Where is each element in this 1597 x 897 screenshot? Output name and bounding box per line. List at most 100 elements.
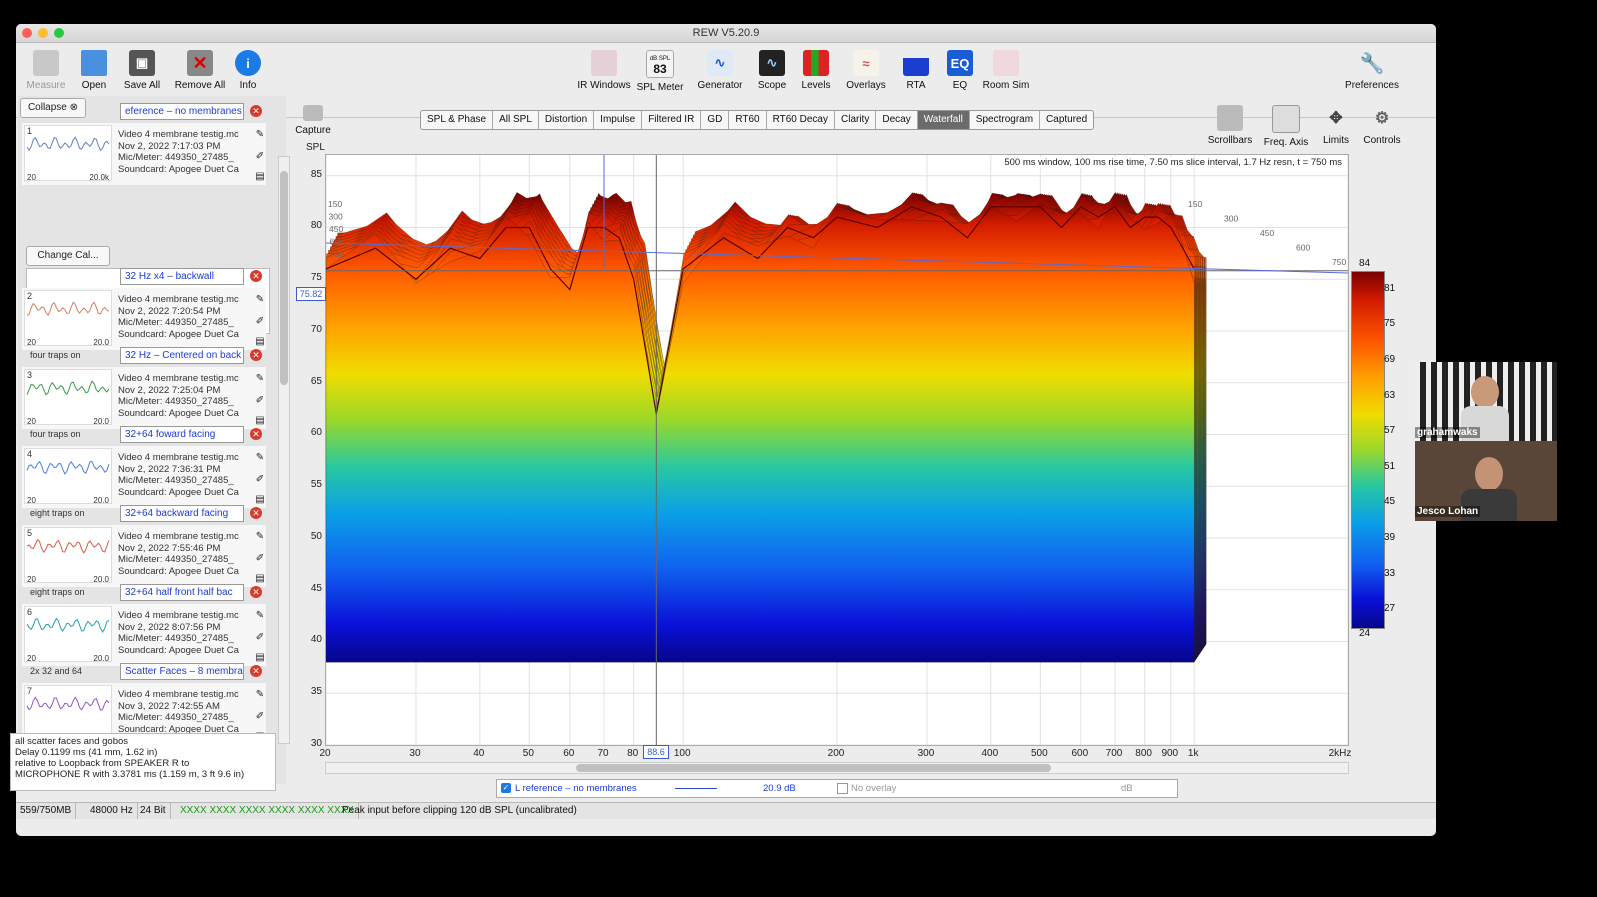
info-button[interactable]: i Info — [218, 47, 278, 91]
doc-icon[interactable]: ▤ — [254, 494, 266, 506]
minimize-window-button[interactable] — [38, 28, 48, 38]
waterfall-plot[interactable]: 150 300 450 600 750 150 300 450 600 750 500 ms wi… — [325, 154, 1349, 746]
tab-captured[interactable]: Captured — [1040, 111, 1093, 129]
change-cal-button[interactable]: Change Cal... — [26, 246, 110, 266]
rta-icon — [903, 50, 929, 76]
tab-all-spl[interactable]: All SPL — [493, 111, 539, 129]
measurement-name-field[interactable]: eference – no membranes — [120, 103, 244, 120]
measurement-info-line: Soundcard: Apogee Duet Ca — [118, 163, 239, 175]
remove-measurement-icon[interactable]: ✕ — [250, 428, 262, 440]
measurement-item[interactable]: 2 20 20.0 Video 4 membrane testig.mc Nov 2, … — [22, 288, 266, 350]
edit-icon[interactable]: ✎ — [254, 294, 266, 306]
thumbnail-low-freq: 20 — [27, 575, 36, 584]
generator-button[interactable]: ∿ Generator — [690, 47, 750, 91]
measurement-name-field[interactable]: 32+64 backward facing — [120, 505, 244, 522]
measurement-name-field[interactable]: Scatter Faces – 8 membra — [120, 663, 244, 680]
measurement-item[interactable]: 4 20 20.0 Video 4 membrane testig.mc Nov 2, … — [22, 446, 266, 508]
overlay-checkbox[interactable] — [837, 783, 848, 794]
edit-icon[interactable]: ✎ — [254, 452, 266, 464]
participant-name: grahamwaks — [1415, 427, 1480, 438]
cursor-y-readout: 75.82 — [296, 287, 326, 301]
tab-filtered-ir[interactable]: Filtered IR — [642, 111, 702, 129]
doc-icon[interactable]: ▤ — [254, 171, 266, 183]
panel-scrollbar-knob[interactable] — [280, 171, 288, 385]
graph-hscrollbar-knob[interactable] — [576, 764, 1051, 772]
status-message: Peak input before clipping 120 dB SPL (u… — [342, 805, 577, 816]
notes-text[interactable]: all scatter faces and gobos Delay 0.1199… — [10, 733, 276, 791]
time-tick-label: 750 — [330, 249, 344, 259]
measurement-name-field[interactable]: 32+64 foward facing — [120, 426, 244, 443]
pen-icon[interactable]: ✐ — [254, 553, 266, 565]
pen-icon[interactable]: ✐ — [254, 151, 266, 163]
edit-icon[interactable]: ✎ — [254, 373, 266, 385]
edit-icon[interactable]: ✎ — [254, 129, 266, 141]
doc-icon[interactable]: ▤ — [254, 415, 266, 427]
colorbar-tick-label: 27 — [1384, 603, 1396, 615]
measurement-number: 2 — [27, 291, 33, 301]
spl-meter-button[interactable]: dB SPL 83 SPL Meter — [630, 47, 690, 93]
pen-icon[interactable]: ✐ — [254, 474, 266, 486]
zoom-window-button[interactable] — [54, 28, 64, 38]
tab-impulse[interactable]: Impulse — [594, 111, 643, 129]
tab-rt60[interactable]: RT60 — [729, 111, 767, 129]
measurement-info-line: Mic/Meter: 449350_27485_ — [118, 396, 234, 407]
pen-icon[interactable]: ✐ — [254, 395, 266, 407]
controls-button[interactable]: ⚙ Controls — [1352, 102, 1412, 146]
remove-measurement-icon[interactable]: ✕ — [250, 349, 262, 361]
edit-icon[interactable]: ✎ — [254, 689, 266, 701]
scrollbars-icon — [1217, 105, 1243, 131]
tab-waterfall[interactable]: Waterfall — [917, 111, 970, 129]
wrench-icon: 🔧 — [1359, 52, 1385, 75]
pen-icon[interactable]: ✐ — [254, 316, 266, 328]
pen-icon[interactable]: ✐ — [254, 632, 266, 644]
legend-bar: ✓ L reference – no membranes 20.9 dB No … — [496, 779, 1178, 798]
measurement-number: 6 — [27, 607, 33, 617]
collapse-button[interactable]: Collapse ⊗ — [20, 98, 86, 118]
remove-measurement-icon[interactable]: ✕ — [250, 507, 262, 519]
pen-icon[interactable]: ✐ — [254, 711, 266, 723]
tab-gd[interactable]: GD — [701, 111, 730, 129]
tab-decay[interactable]: Decay — [876, 111, 918, 129]
save-all-button[interactable]: ▣ Save All — [112, 47, 172, 91]
remove-measurement-icon[interactable]: ✕ — [250, 105, 262, 117]
remove-measurement-icon[interactable]: ✕ — [250, 270, 262, 282]
ir-windows-button[interactable]: IR Windows — [574, 47, 634, 91]
measurement-info-line: Video 4 membrane testig.mc — [118, 294, 239, 305]
measurement-item[interactable]: 1 20 20.0k Video 4 membrane testig.mc Nov 2,… — [22, 123, 266, 185]
measurement-item[interactable]: 6 20 20.0 Video 4 membrane testig.mc Nov 2, … — [22, 604, 266, 666]
doc-icon[interactable]: ▤ — [254, 573, 266, 585]
measurement-item[interactable]: 5 20 20.0 Video 4 membrane testig.mc Nov 2, … — [22, 525, 266, 587]
tab-spectrogram[interactable]: Spectrogram — [970, 111, 1041, 129]
preferences-button[interactable]: 🔧 Preferences — [1342, 47, 1402, 92]
panel-scrollbar[interactable] — [278, 156, 290, 744]
tab-distortion[interactable]: Distortion — [539, 111, 595, 129]
edit-icon[interactable]: ✎ — [254, 610, 266, 622]
scrollbars-button[interactable]: Scrollbars — [1200, 102, 1260, 146]
measurement-name-field[interactable]: 32+64 half front half bac — [120, 584, 244, 601]
room-sim-button[interactable]: Room Sim — [976, 47, 1036, 91]
tab-clarity[interactable]: Clarity — [835, 111, 877, 129]
tab-rt60-decay[interactable]: RT60 Decay — [767, 111, 835, 129]
measurement-thumbnail: 1 20 20.0k — [24, 125, 112, 182]
measurement-group-label: four traps on — [30, 350, 81, 360]
remove-measurement-icon[interactable]: ✕ — [250, 586, 262, 598]
thumbnail-high-freq: 20.0 — [93, 338, 109, 347]
measurement-item[interactable]: 3 20 20.0 Video 4 membrane testig.mc Nov 2, … — [22, 367, 266, 429]
time-tick-label: 150 — [328, 199, 342, 209]
thumbnail-trace — [26, 136, 110, 152]
tab-spl-phase[interactable]: SPL & Phase — [421, 111, 494, 129]
doc-icon[interactable]: ▤ — [254, 336, 266, 348]
remove-measurement-icon[interactable]: ✕ — [250, 665, 262, 677]
doc-icon[interactable]: ▤ — [254, 652, 266, 664]
legend-checkbox[interactable]: ✓ — [501, 783, 511, 793]
close-window-button[interactable] — [22, 28, 32, 38]
graph-hscrollbar[interactable] — [325, 762, 1349, 774]
capture-button[interactable]: Capture — [283, 102, 343, 136]
measurement-name-field[interactable]: 32 Hz x4 – backwall — [120, 268, 244, 285]
y-tick-label: 40 — [310, 634, 322, 646]
edit-icon[interactable]: ✎ — [254, 531, 266, 543]
measurement-info-line: Nov 2, 2022 7:17:03 PM — [118, 140, 221, 152]
measurement-info-line: Mic/Meter: 449350_27485_ — [118, 554, 234, 565]
measurement-name-field[interactable]: 32 Hz – Centered on back — [120, 347, 244, 364]
measurement-info-line: Nov 2, 2022 7:36:31 PM — [118, 463, 221, 475]
